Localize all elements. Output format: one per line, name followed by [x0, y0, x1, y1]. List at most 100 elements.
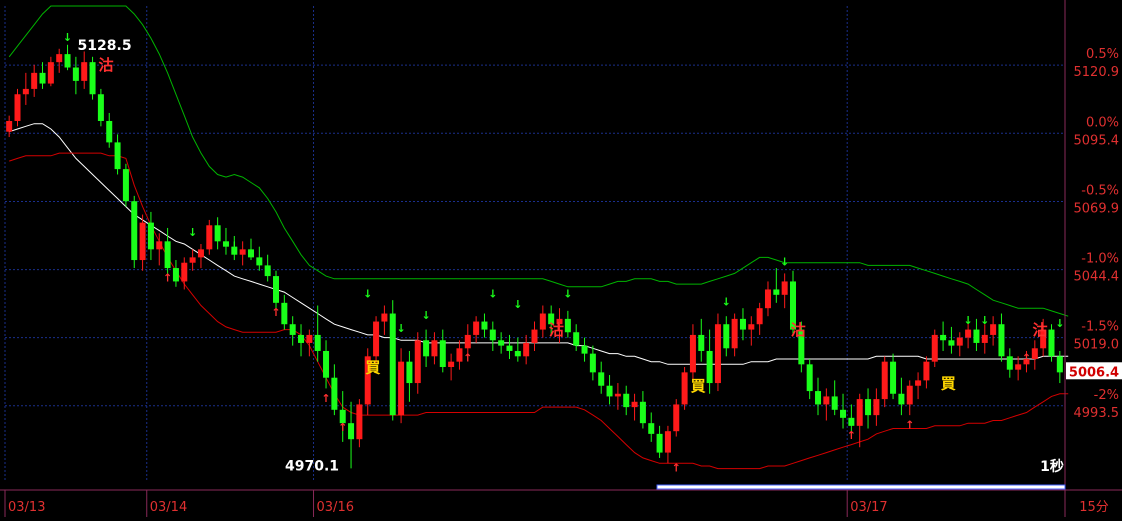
candle-body: [523, 342, 530, 357]
candle-body: [264, 265, 271, 277]
sell-signal-label: 沽: [549, 321, 564, 339]
y-tick-pct-label: -1.0%: [1081, 252, 1119, 267]
candle-body: [848, 417, 855, 426]
candle-body: [247, 249, 254, 258]
candle-body: [990, 324, 997, 335]
candle-body: [639, 401, 646, 424]
candle-body: [890, 361, 897, 394]
candle-body: [931, 334, 938, 362]
candle-body: [381, 313, 388, 322]
candle-body: [698, 334, 705, 351]
candle-body: [756, 308, 763, 325]
candle-body: [406, 361, 413, 384]
candle-body: [239, 249, 246, 255]
candle-body: [589, 353, 596, 373]
candle-body: [431, 340, 438, 357]
candle-body: [39, 72, 46, 84]
buy-signal-label: 買: [365, 358, 380, 376]
candle-body: [748, 324, 755, 330]
candle-body: [414, 340, 421, 384]
candle-body: [1048, 329, 1055, 357]
candle-body: [973, 329, 980, 343]
candle-body: [256, 257, 263, 266]
down-arrow-marker: ↓: [230, 239, 239, 252]
down-arrow-marker: ↓: [963, 314, 972, 327]
candle-body: [998, 324, 1005, 357]
candle-body: [323, 350, 330, 378]
candle-body: [22, 88, 29, 95]
candle-body: [1006, 356, 1013, 370]
candle-body: [1015, 364, 1022, 370]
candle-body: [773, 289, 780, 295]
candle-body: [97, 94, 104, 121]
candle-body: [206, 225, 213, 250]
date-label: 03/13: [8, 500, 45, 515]
candle-body: [197, 249, 204, 258]
candle-body: [306, 334, 313, 343]
down-arrow-marker: ↓: [63, 31, 72, 44]
candle-body: [72, 67, 79, 81]
candle-body: [456, 348, 463, 362]
candle-body: [89, 62, 96, 95]
candle-body: [681, 372, 688, 405]
candle-body: [473, 321, 480, 335]
candle-body: [139, 222, 146, 261]
candle-body: [214, 225, 221, 242]
candle-body: [448, 361, 455, 368]
candle-body: [298, 334, 305, 343]
down-arrow-marker: ↓: [1055, 317, 1064, 330]
candle-body: [64, 54, 71, 68]
down-arrow-marker: ↓: [513, 298, 522, 311]
last-price-label: 5006.4: [1069, 365, 1119, 380]
low-price-label: 4970.1: [285, 458, 339, 474]
candle-body: [147, 222, 154, 250]
down-arrow-marker: ↓: [396, 322, 405, 335]
y-tick-pct-label: 0.5%: [1086, 47, 1119, 62]
candle-body: [122, 169, 129, 202]
candle-body: [189, 257, 196, 263]
down-arrow-marker: ↓: [980, 314, 989, 327]
candle-body: [56, 54, 63, 63]
candle-body: [648, 423, 655, 434]
candle-body: [481, 321, 488, 330]
down-arrow-marker: ↓: [488, 287, 497, 300]
up-arrow-marker: ↑: [163, 271, 172, 284]
candle-body: [489, 329, 496, 341]
down-arrow-marker: ↓: [563, 287, 572, 300]
chart-canvas: ↓ ↑ ↓ ↓ ↑ ↑ ↑ ↓ ↓ ↓ ↑ ↓ ↓ ↓ ↑ ↓ ↓ ↑ ↑ ↓ ↓ ↑ ↓ 沽買 沽買 沽買 沽 5128.5 4970…: [0, 0, 1122, 517]
down-arrow-marker: ↓: [188, 226, 197, 239]
candle-body: [881, 361, 888, 400]
sell-signal-label: 沽: [99, 56, 114, 74]
candle-body: [181, 262, 188, 282]
candle-body: [464, 334, 471, 349]
timeframe-label: 15分: [1079, 500, 1109, 515]
candle-body: [965, 329, 972, 338]
candle-body: [823, 396, 830, 405]
candle-body: [764, 289, 771, 309]
y-tick-price-label: 5019.0: [1074, 338, 1120, 353]
candle-body: [906, 385, 913, 405]
candle-body: [573, 332, 580, 346]
up-arrow-marker: ↑: [463, 352, 472, 365]
candle-body: [731, 318, 738, 349]
down-arrow-marker: ↓: [363, 287, 372, 300]
candle-body: [873, 399, 880, 416]
candle-body: [673, 404, 680, 432]
candle-body: [706, 350, 713, 384]
candle-body: [273, 276, 280, 303]
candle-body: [598, 372, 605, 386]
candle-body: [506, 345, 513, 351]
candle-body: [331, 377, 338, 410]
candle-body: [439, 340, 446, 368]
candle-body: [915, 380, 922, 386]
y-tick-price-label: 5095.4: [1074, 133, 1120, 148]
date-label: 03/17: [850, 500, 887, 515]
up-arrow-marker: ↑: [905, 419, 914, 432]
scroll-position-bar: [656, 484, 1066, 490]
y-tick-pct-label: -1.5%: [1081, 320, 1119, 335]
buy-signal-label: 買: [691, 377, 706, 395]
candle-body: [956, 337, 963, 346]
down-arrow-marker: ↓: [780, 255, 789, 268]
candle-body: [539, 313, 546, 330]
candlestick-chart: ↓ ↑ ↓ ↓ ↑ ↑ ↑ ↓ ↓ ↓ ↑ ↓ ↓ ↓ ↑ ↓ ↓ ↑ ↑ ↓ ↓ ↑ ↓ 沽買 沽買 沽買 沽 5128.5 4970…: [0, 0, 1122, 517]
